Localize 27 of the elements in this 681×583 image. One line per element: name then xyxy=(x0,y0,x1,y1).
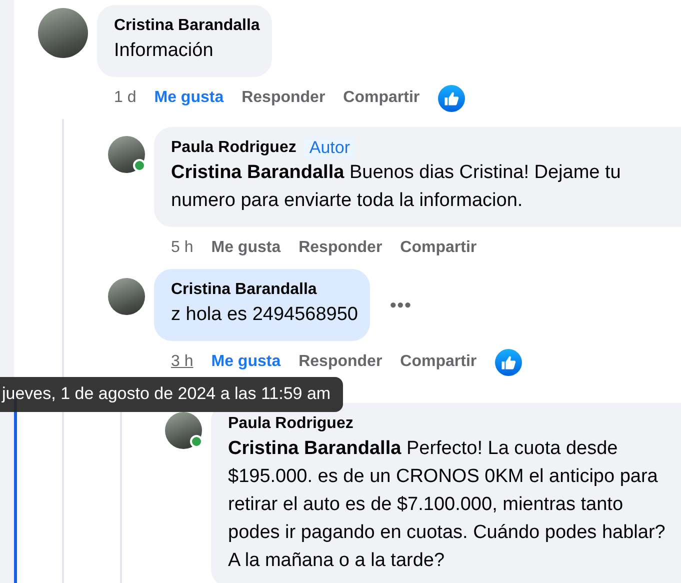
comment-text: Cristina Barandalla Buenos dias Cristina! Dejame tu numero para enviarte toda la informacion. xyxy=(171,161,622,213)
author-name[interactable]: Paula Rodriguez xyxy=(171,137,296,159)
author-name[interactable]: Cristina Barandalla xyxy=(114,15,260,37)
author-name[interactable]: Paula Rodriguez xyxy=(228,413,354,435)
comment-text: Información xyxy=(114,39,214,63)
author-badge: Autor xyxy=(304,137,355,159)
reply-link[interactable]: Responder xyxy=(242,89,326,107)
share-link[interactable]: Compartir xyxy=(343,89,420,107)
like-link[interactable]: Me gusta xyxy=(154,89,224,107)
like-link[interactable]: Me gusta xyxy=(211,353,281,371)
avatar[interactable] xyxy=(165,412,202,449)
timestamp-link[interactable]: 3 h xyxy=(171,353,194,371)
reply-link[interactable]: Responder xyxy=(298,353,382,371)
more-options-button[interactable]: ••• xyxy=(390,294,412,316)
author-name[interactable]: Cristina Barandalla xyxy=(171,279,317,301)
date-tooltip: jueves, 1 de agosto de 2024 a las 11:59 am xyxy=(0,377,343,412)
avatar[interactable] xyxy=(108,136,145,173)
share-link[interactable]: Compartir xyxy=(400,353,477,371)
comment-text: z hola es 2494568950 xyxy=(171,303,358,327)
like-link[interactable]: Me gusta xyxy=(211,239,281,257)
avatar[interactable] xyxy=(108,278,145,315)
share-link[interactable]: Compartir xyxy=(400,239,477,257)
comment-text: Cristina Barandalla Perfecto! La cuota desde $195.000. es de un CRONOS 0KM el anticipo para retirar el auto es de $7.100.000, mientras tanto podes ir pagando en cuotas. Cuándo podes hablar? A la mañana o a la tarde? xyxy=(228,437,666,573)
avatar[interactable] xyxy=(38,8,88,58)
reply-link[interactable]: Responder xyxy=(298,239,382,257)
timestamp-link[interactable]: 1 d xyxy=(114,89,136,107)
timestamp-link[interactable]: 5 h xyxy=(171,239,194,257)
